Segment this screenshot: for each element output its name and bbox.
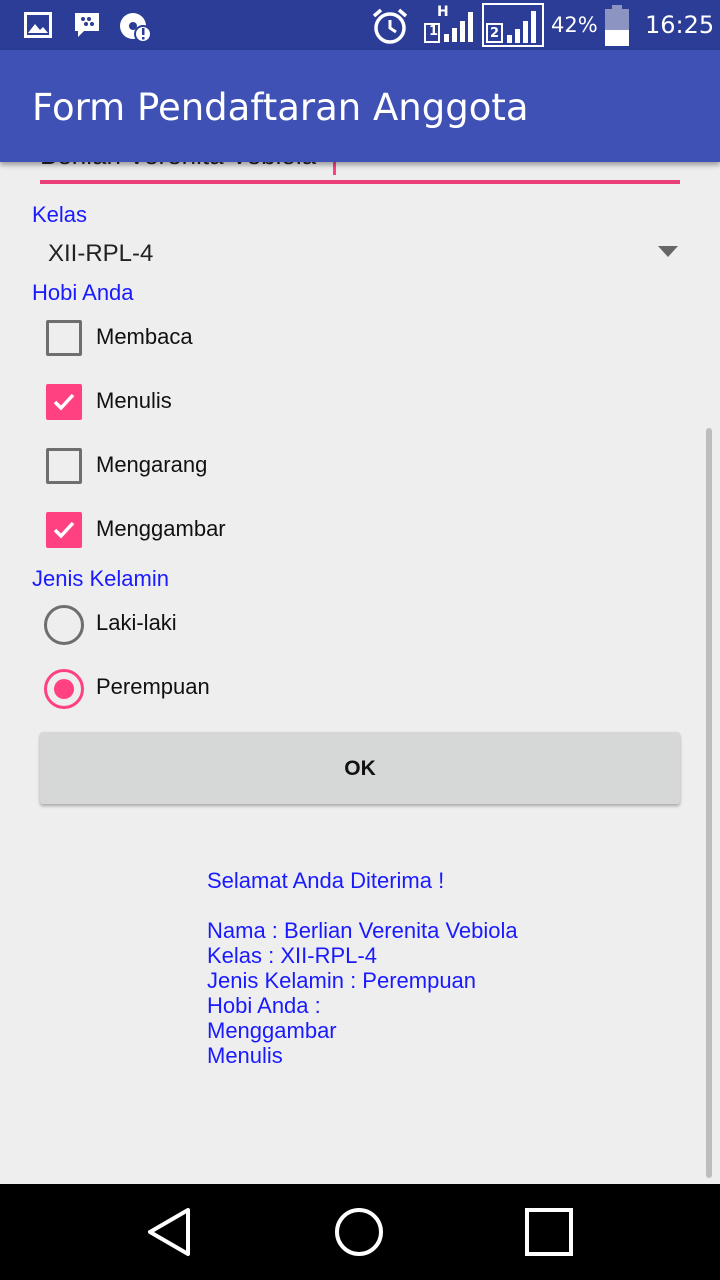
checkbox-unchecked-icon — [46, 320, 82, 356]
status-bar: H 1 2 42% 16:25 — [0, 0, 720, 50]
home-icon[interactable] — [331, 1206, 387, 1258]
sim2-label: 2 — [490, 26, 500, 41]
kelas-spinner[interactable]: XII-RPL-4 — [40, 232, 680, 276]
gender-label: Jenis Kelamin — [32, 566, 169, 591]
checkbox-unchecked-icon — [46, 448, 82, 484]
gender-option-label: Perempuan — [96, 674, 210, 699]
hobby-checkbox-membaca[interactable]: Membaca — [40, 308, 680, 368]
result-hobi-item: Menggambar — [207, 1018, 337, 1043]
hobby-label: Menulis — [96, 388, 172, 413]
kelas-selected-value: XII-RPL-4 — [48, 240, 154, 267]
result-hobi-header: Hobi Anda : — [207, 993, 321, 1018]
alarm-icon — [370, 6, 410, 51]
ok-button[interactable]: OK — [40, 732, 680, 804]
back-icon[interactable] — [142, 1206, 198, 1258]
app-bar: Form Pendaftaran Anggota — [0, 50, 720, 162]
hobby-checkbox-menggambar[interactable]: Menggambar — [40, 500, 680, 560]
checkbox-checked-icon — [46, 512, 82, 548]
gender-radio-perempuan[interactable]: Perempuan — [40, 658, 680, 718]
navigation-bar — [0, 1184, 720, 1280]
radio-selected-icon — [44, 669, 84, 709]
gender-option-label: Laki-laki — [96, 610, 177, 635]
app-bar-title: Form Pendaftaran Anggota — [32, 86, 529, 129]
result-kelas: Kelas : XII-RPL-4 — [207, 943, 377, 968]
checkbox-checked-icon — [46, 384, 82, 420]
hobby-checkbox-mengarang[interactable]: Mengarang — [40, 436, 680, 496]
image-icon — [24, 12, 52, 43]
hobby-label: Membaca — [96, 324, 193, 349]
result-greeting: Selamat Anda Diterima ! — [207, 868, 445, 893]
name-input-underline — [40, 180, 680, 184]
scrollbar[interactable] — [706, 428, 712, 1178]
radio-unselected-icon — [44, 605, 84, 645]
result-hobi-item: Menulis — [207, 1043, 283, 1068]
result-text: Selamat Anda Diterima ! Nama : Berlian V… — [207, 868, 518, 1068]
battery-icon — [604, 5, 630, 52]
battery-percent: 42% — [551, 13, 598, 37]
sim1-label: 1 — [429, 24, 439, 39]
hobi-label: Hobi Anda — [32, 280, 134, 305]
dropdown-arrow-icon — [658, 246, 678, 257]
gender-radio-laki-laki[interactable]: Laki-laki — [40, 594, 680, 654]
clock: 16:25 — [645, 11, 715, 39]
result-nama: Nama : Berlian Verenita Vebiola — [207, 918, 518, 943]
ok-button-label: OK — [344, 757, 376, 780]
kelas-label: Kelas — [32, 202, 88, 227]
result-jenis-kelamin: Jenis Kelamin : Perempuan — [207, 968, 477, 993]
hobby-label: Menggambar — [96, 516, 226, 541]
hobby-checkbox-menulis[interactable]: Menulis — [40, 372, 680, 432]
bbm-icon — [72, 11, 102, 44]
sync-alert-icon — [118, 10, 154, 49]
hobby-label: Mengarang — [96, 452, 208, 477]
recents-icon[interactable] — [522, 1206, 578, 1258]
